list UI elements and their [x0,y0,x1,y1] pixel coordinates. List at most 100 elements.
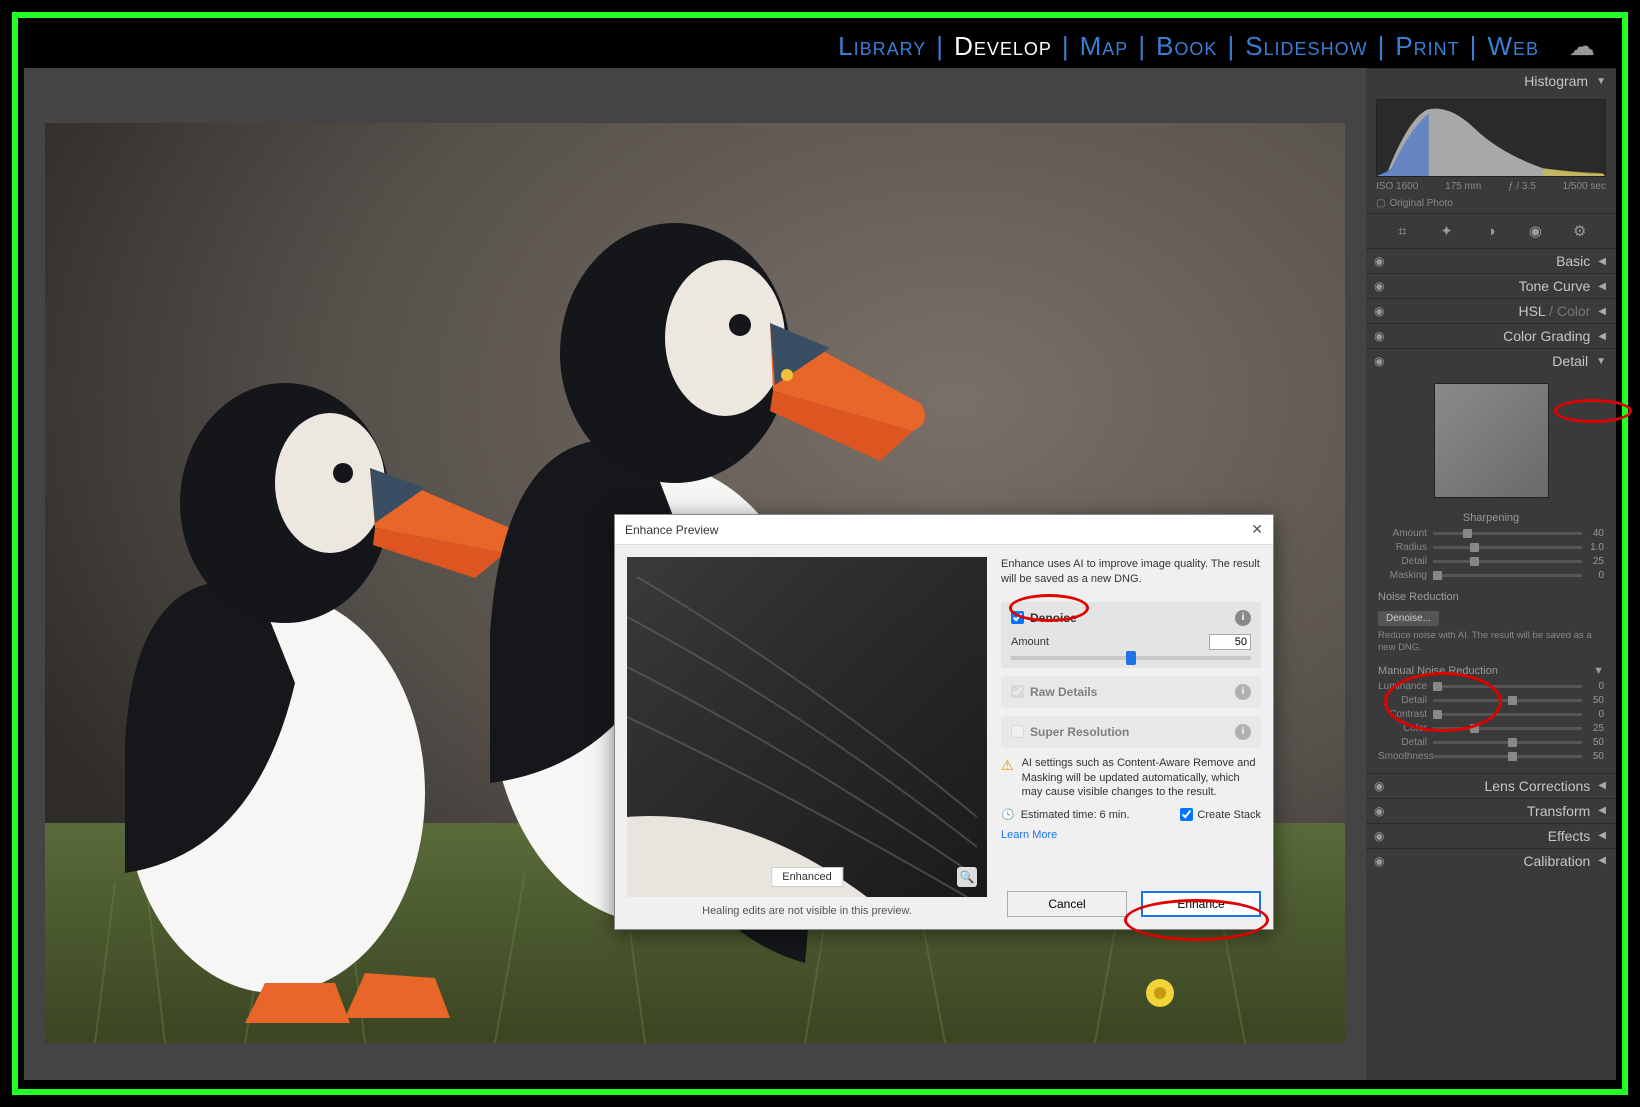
panel-hsl[interactable]: ◉HSL / Color◀ [1366,298,1616,323]
eye-icon[interactable]: ◉ [1374,804,1384,818]
panel-basic[interactable]: ◉Basic◀ [1366,248,1616,273]
cloud-sync-icon[interactable]: ☁ [1561,31,1604,62]
denoise-label: Denoise [1030,611,1077,625]
healing-note: Healing edits are not visible in this pr… [627,905,987,917]
eye-icon[interactable]: ◉ [1374,829,1384,843]
enhance-preview-image[interactable]: Enhanced 🔍 [627,557,987,897]
module-book[interactable]: Book [1148,31,1225,62]
warning-icon: ⚠ [1001,756,1014,801]
create-stack-checkbox[interactable] [1180,808,1193,821]
estimated-time: Estimated time: 6 min. [1021,809,1130,821]
raw-details-block: Raw Details i [1001,676,1261,708]
info-icon[interactable]: i [1235,610,1251,626]
info-icon[interactable]: i [1235,724,1251,740]
histogram-block: ISO 1600 175 mm ƒ / 3.5 1/500 sec ▢ Orig… [1366,93,1616,213]
histo-focal: 175 mm [1445,181,1481,192]
cancel-button[interactable]: Cancel [1007,891,1127,917]
nr-col-detail-slider[interactable]: Detail50 [1378,737,1604,748]
enhance-dialog: Enhance Preview ✕ [614,514,1274,930]
denoise-desc: Reduce noise with AI. The result will be… [1378,630,1604,655]
module-develop[interactable]: Develop [946,31,1060,62]
enhance-button[interactable]: Enhance [1141,891,1261,917]
amount-input[interactable] [1209,634,1251,650]
denoise-checkbox[interactable] [1011,611,1024,624]
panel-lens-corrections[interactable]: ◉Lens Corrections◀ [1366,773,1616,798]
settings-tool-icon[interactable]: ⚙ [1569,222,1591,240]
histo-aperture: ƒ / 3.5 [1508,181,1536,192]
dialog-title-text: Enhance Preview [625,523,718,537]
chevron-left-icon: ◀ [1598,855,1606,866]
module-map[interactable]: Map [1072,31,1137,62]
heal-tool-icon[interactable]: ✦ [1436,222,1458,240]
histo-shutter: 1/500 sec [1563,181,1606,192]
nr-lum-contrast-slider[interactable]: Contrast0 [1378,709,1604,720]
super-resolution-block: Super Resolution i [1001,716,1261,748]
amount-label: Amount [1011,636,1049,648]
super-resolution-label: Super Resolution [1030,725,1129,739]
noise-reduction-head: Noise Reduction [1378,591,1604,603]
ai-settings-note: ⚠ AI settings such as Content-Aware Remo… [1001,756,1261,801]
sharpen-detail-slider[interactable]: Detail25 [1378,556,1604,567]
panel-transform[interactable]: ◉Transform◀ [1366,798,1616,823]
chevron-down-icon: ▼ [1593,665,1604,677]
module-print[interactable]: Print [1387,31,1467,62]
chevron-left-icon: ◀ [1598,805,1606,816]
module-slideshow[interactable]: Slideshow [1237,31,1375,62]
chevron-left-icon: ◀ [1598,780,1606,791]
nr-luminance-slider[interactable]: Luminance0 [1378,681,1604,692]
raw-details-checkbox [1011,685,1024,698]
mask-tool-icon[interactable]: ◑ [1480,222,1502,240]
crop-tool-icon[interactable]: ⌗ [1391,222,1413,240]
amount-slider[interactable] [1011,656,1251,660]
original-photo-toggle[interactable]: ▢ Original Photo [1376,198,1606,209]
sharpen-masking-slider[interactable]: Masking0 [1378,570,1604,581]
panel-calibration[interactable]: ◉Calibration◀ [1366,848,1616,873]
square-icon: ▢ [1376,198,1385,209]
redeye-tool-icon[interactable]: ◉ [1524,222,1546,240]
sharpen-amount-slider[interactable]: Amount40 [1378,528,1604,539]
histogram-graph[interactable] [1376,99,1606,177]
enhanced-badge: Enhanced [771,867,843,887]
eye-icon[interactable]: ◉ [1374,279,1384,293]
chevron-left-icon: ◀ [1598,256,1606,267]
tool-strip: ⌗ ✦ ◑ ◉ ⚙ [1366,213,1616,248]
denoise-button[interactable]: Denoise... [1378,611,1439,626]
eye-icon[interactable]: ◉ [1374,854,1384,868]
module-picker: Library| Develop| Map| Book| Slideshow| … [24,24,1616,68]
enhance-description: Enhance uses AI to improve image quality… [1001,557,1261,588]
chevron-left-icon: ◀ [1598,830,1606,841]
eye-icon[interactable]: ◉ [1374,329,1384,343]
histogram-header[interactable]: Histogram ▼ [1366,68,1616,93]
module-web[interactable]: Web [1479,31,1547,62]
clock-icon: 🕓 [1001,808,1015,821]
eye-icon[interactable]: ◉ [1374,254,1384,268]
chevron-left-icon: ◀ [1598,306,1606,317]
sharpening-head: Sharpening [1378,512,1604,524]
nr-color-slider[interactable]: Color25 [1378,723,1604,734]
panel-tone-curve[interactable]: ◉Tone Curve◀ [1366,273,1616,298]
close-icon[interactable]: ✕ [1251,521,1263,538]
zoom-icon[interactable]: 🔍 [957,867,977,887]
eye-icon[interactable]: ◉ [1374,304,1384,318]
nr-lum-detail-slider[interactable]: Detail50 [1378,695,1604,706]
dialog-titlebar[interactable]: Enhance Preview ✕ [615,515,1273,545]
manual-nr-head[interactable]: Manual Noise Reduction▼ [1378,665,1604,677]
module-library[interactable]: Library [830,31,934,62]
develop-right-panel: Histogram ▼ ISO 1600 175 mm ƒ / 3.5 1/50… [1366,68,1616,1080]
sharpen-radius-slider[interactable]: Radius1.0 [1378,542,1604,553]
eye-icon[interactable]: ◉ [1374,354,1384,368]
detail-preview-thumb[interactable] [1434,383,1549,498]
create-stack-label: Create Stack [1197,809,1261,821]
info-icon[interactable]: i [1235,684,1251,700]
panel-color-grading[interactable]: ◉Color Grading◀ [1366,323,1616,348]
chevron-left-icon: ◀ [1598,281,1606,292]
panel-effects[interactable]: ◉Effects◀ [1366,823,1616,848]
super-resolution-checkbox [1011,725,1024,738]
eye-icon[interactable]: ◉ [1374,779,1384,793]
nr-smoothness-slider[interactable]: Smoothness50 [1378,751,1604,762]
learn-more-link[interactable]: Learn More [1001,829,1261,841]
detail-panel-body: Sharpening Amount40 Radius1.0 Detail25 M… [1366,373,1616,773]
denoise-block: Denoise i Amount [1001,602,1261,668]
raw-details-label: Raw Details [1030,685,1097,699]
panel-detail[interactable]: ◉Detail▼ [1366,348,1616,373]
